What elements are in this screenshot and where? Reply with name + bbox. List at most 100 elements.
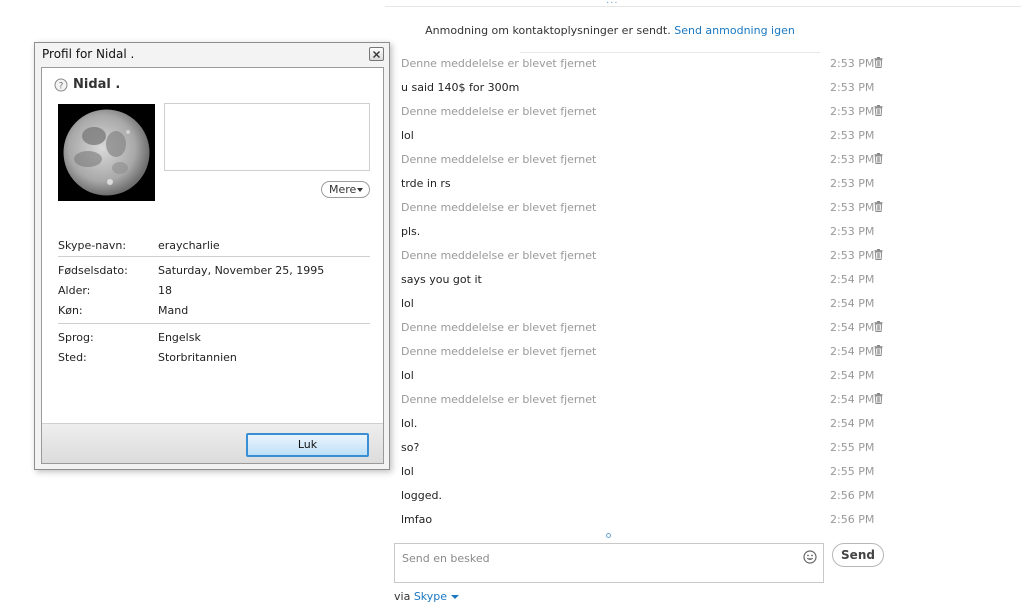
message-text: lol	[401, 369, 414, 382]
message-timestamp: 2:54 PM	[830, 297, 875, 310]
message-row[interactable]: lol 2:55 PM	[401, 464, 891, 488]
field-label: Køn:	[58, 304, 83, 317]
message-input[interactable]	[402, 548, 782, 568]
removed-message-text: Denne meddelelse er blevet fjernet	[401, 153, 597, 166]
message-timestamp: 2:55 PM	[830, 441, 875, 454]
message-row[interactable]: Denne meddelelse er blevet fjernet 2:53 P…	[401, 152, 891, 176]
trash-icon	[874, 105, 883, 116]
trash-icon	[874, 153, 883, 164]
message-row[interactable]: pls. 2:53 PM	[401, 224, 891, 248]
message-row[interactable]: lol. 2:54 PM	[401, 416, 891, 440]
removed-message-text: Denne meddelelse er blevet fjernet	[401, 105, 597, 118]
language-value: Engelsk	[158, 331, 201, 344]
message-row[interactable]: Denne meddelelse er blevet fjernet 2:54 P…	[401, 392, 891, 416]
message-row[interactable]: says you got it 2:54 PM	[401, 272, 891, 296]
message-timestamp: 2:55 PM	[830, 465, 875, 478]
avatar	[58, 104, 155, 201]
dialog-title: Profil for Nidal .	[42, 47, 135, 61]
message-row[interactable]: lol 2:54 PM	[401, 296, 891, 320]
message-text: lmfao	[401, 513, 433, 526]
message-text: so?	[401, 441, 420, 454]
message-row[interactable]: Denne meddelelse er blevet fjernet 2:54 P…	[401, 344, 891, 368]
message-timestamp: 2:53 PM	[830, 201, 875, 214]
message-text: lol	[401, 465, 414, 478]
message-timestamp: 2:56 PM	[830, 489, 875, 502]
message-row[interactable]: lol 2:54 PM	[401, 368, 891, 392]
more-button[interactable]: Mere	[321, 181, 370, 198]
message-timestamp: 2:53 PM	[830, 177, 875, 190]
top-divider	[385, 6, 1021, 7]
trash-icon	[874, 201, 883, 212]
message-row[interactable]: logged. 2:56 PM	[401, 488, 891, 512]
field-label: Sprog:	[58, 331, 94, 344]
removed-message-text: Denne meddelelse er blevet fjernet	[401, 321, 597, 334]
contact-request-notice: Anmodning om kontaktoplysninger er sendt…	[395, 24, 825, 37]
section-divider	[58, 323, 370, 324]
more-label: Mere	[329, 183, 357, 196]
message-row[interactable]: Denne meddelelse er blevet fjernet 2:53 P…	[401, 104, 891, 128]
message-row[interactable]: Denne meddelelse er blevet fjernet 2:53 P…	[401, 200, 891, 224]
location-value: Storbritannien	[158, 351, 237, 364]
trash-icon	[874, 57, 883, 68]
trash-icon	[874, 393, 883, 404]
via-service: via Skype	[394, 590, 460, 603]
close-button[interactable]: Luk	[246, 433, 369, 457]
scroll-indicator[interactable]	[606, 533, 611, 538]
svg-text:?: ?	[59, 82, 64, 92]
message-timestamp: 2:53 PM	[830, 105, 875, 118]
message-row[interactable]: Denne meddelelse er blevet fjernet 2:54 P…	[401, 320, 891, 344]
removed-message-text: Denne meddelelse er blevet fjernet	[401, 201, 597, 214]
message-text: lol	[401, 297, 414, 310]
resend-request-link[interactable]: Send anmodning igen	[674, 24, 795, 37]
removed-message-text: Denne meddelelse er blevet fjernet	[401, 249, 597, 262]
message-row[interactable]: lmfao 2:56 PM	[401, 512, 891, 536]
message-timestamp: 2:54 PM	[830, 321, 875, 334]
removed-message-text: Denne meddelelse er blevet fjernet	[401, 393, 597, 406]
send-button[interactable]: Send	[832, 543, 884, 567]
message-timestamp: 2:54 PM	[830, 273, 875, 286]
message-timestamp: 2:53 PM	[830, 81, 875, 94]
dialog-footer: Luk	[42, 423, 383, 463]
field-label: Sted:	[58, 351, 87, 364]
message-row[interactable]: so? 2:55 PM	[401, 440, 891, 464]
mood-message-box	[164, 103, 370, 171]
message-text: lol	[401, 129, 414, 142]
message-timestamp: 2:53 PM	[830, 225, 875, 238]
message-row[interactable]: Denne meddelelse er blevet fjernet 2:53 P…	[401, 248, 891, 272]
smiley-icon[interactable]	[803, 550, 817, 564]
gender-value: Mand	[158, 304, 189, 317]
message-timestamp: 2:54 PM	[830, 393, 875, 406]
message-row[interactable]: lol 2:53 PM	[401, 128, 891, 152]
status-unknown-icon: ?	[54, 78, 68, 92]
service-selector[interactable]: Skype	[413, 590, 460, 603]
profile-panel: ? Nidal . Mere Skype-navn: eraycharlie F…	[41, 67, 384, 464]
message-timestamp: 2:53 PM	[830, 153, 875, 166]
message-timestamp: 2:53 PM	[830, 129, 875, 142]
message-text: logged.	[401, 489, 442, 502]
message-row[interactable]: u said 140$ for 300m 2:53 PM	[401, 80, 891, 104]
message-row[interactable]: Denne meddelelse er blevet fjernet 2:53 P…	[401, 56, 891, 80]
field-label: Alder:	[58, 284, 91, 297]
birthdate-value: Saturday, November 25, 1995	[158, 264, 325, 277]
age-value: 18	[158, 284, 172, 297]
message-text: says you got it	[401, 273, 482, 286]
notice-text: Anmodning om kontaktoplysninger er sendt…	[425, 24, 671, 37]
service-name: Skype	[413, 590, 448, 603]
section-divider	[58, 256, 370, 257]
skype-window: ··· Anmodning om kontaktoplysninger er s…	[0, 0, 1021, 610]
notice-divider	[520, 52, 820, 53]
resize-handle[interactable]: ···	[606, 0, 619, 9]
close-icon[interactable]	[369, 47, 384, 61]
message-row[interactable]: trde in rs 2:53 PM	[401, 176, 891, 200]
skype-name-value: eraycharlie	[158, 239, 220, 252]
message-text: pls.	[401, 225, 421, 238]
message-input-box[interactable]	[394, 543, 824, 583]
message-timestamp: 2:56 PM	[830, 513, 875, 526]
message-list: Denne meddelelse er blevet fjernet 2:53 P…	[401, 56, 891, 536]
chevron-down-icon	[451, 595, 460, 599]
message-text: trde in rs	[401, 177, 451, 190]
via-label: via	[394, 590, 411, 603]
trash-icon	[874, 321, 883, 332]
profile-dialog: Profil for Nidal . ? Nidal . Mere Skype-…	[34, 42, 390, 470]
message-timestamp: 2:53 PM	[830, 249, 875, 262]
